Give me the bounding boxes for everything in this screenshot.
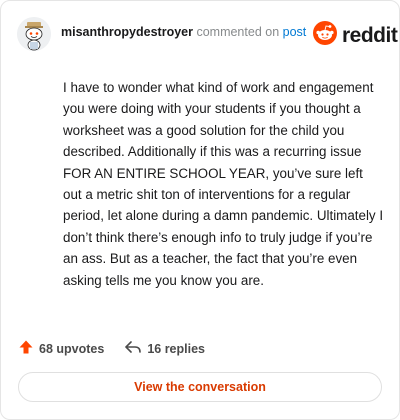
view-conversation-button[interactable]: View the conversation: [18, 372, 382, 402]
upvote-arrow-icon: [18, 339, 39, 358]
upvotes-stat[interactable]: 68 upvotes: [18, 339, 104, 358]
comment-body: I have to wonder what kind of work and e…: [63, 80, 384, 288]
author-username[interactable]: misanthropydestroyer: [61, 25, 193, 39]
reply-arrow-icon: [124, 339, 147, 358]
replies-stat[interactable]: 16 replies: [124, 339, 205, 358]
comment-stats: 68 upvotes 16 replies: [18, 339, 205, 358]
post-link[interactable]: post: [283, 25, 307, 39]
reddit-wordmark: reddit: [342, 23, 398, 47]
reddit-brand[interactable]: reddit: [313, 21, 398, 50]
comment-header: misanthropydestroyer commented on post: [61, 25, 306, 39]
action-text: commented on: [192, 25, 283, 39]
reddit-logo-icon: [313, 21, 337, 50]
replies-count: 16 replies: [147, 341, 205, 356]
comment-card: misanthropydestroyer commented on post r…: [0, 0, 400, 420]
snoo-avatar-icon[interactable]: [17, 17, 51, 51]
upvotes-count: 68 upvotes: [39, 341, 105, 356]
